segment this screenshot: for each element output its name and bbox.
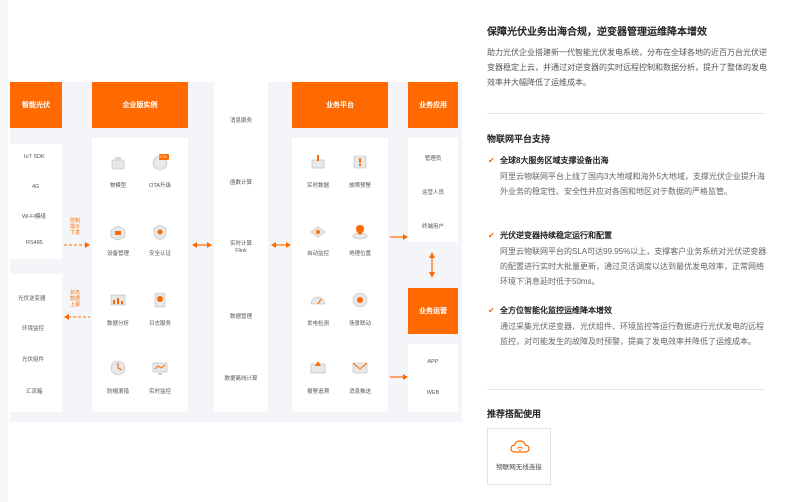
- service-flink: 实时计算 Flink: [229, 241, 252, 254]
- device-management-icon: [110, 225, 126, 241]
- geo-location-icon: [352, 225, 368, 240]
- fault-warning-label: 故障预警: [348, 183, 371, 189]
- geo-location-label: 地理位置: [348, 251, 371, 257]
- log-service-icon: [154, 292, 166, 308]
- device-pv-module: 光伏组件: [22, 357, 45, 363]
- ops-web: WEB: [426, 390, 440, 396]
- control-arrow: [64, 242, 90, 248]
- apps-header: 业务应用: [408, 82, 458, 128]
- check-icon: ✔: [488, 156, 495, 165]
- message-push-label: 消息推送: [348, 389, 371, 395]
- apps-ops-arrow: [429, 252, 435, 278]
- enterprise-header: 企业版实例: [92, 82, 188, 128]
- platform-ops-arrow: [390, 374, 408, 380]
- device-inverter: 光伏逆变器: [18, 296, 46, 302]
- ota-badge: OTA: [159, 154, 167, 159]
- device-management-label: 设备管理: [106, 251, 129, 257]
- realtime-monitor-label: 实时监控: [148, 389, 171, 395]
- control-command-label: 控制指令下发: [69, 218, 80, 236]
- anti-jitter-label: 防帽滚措: [106, 389, 129, 395]
- cloud-wifi-icon: [510, 440, 530, 453]
- panel-intro: 助力光伏企业搭建新一代智能光伏发电系统，分布在全球各地的近百万台光伏逆变器稳定上…: [487, 48, 767, 87]
- ops-app: APP: [427, 359, 439, 365]
- feature-title: 光伏逆变器持续稳定运行和配置: [500, 231, 612, 240]
- feature-item: ✔ 全方位智能化监控运维降本增效 通过采集光伏逆变器、光伏组件、环境监控等运行数据…: [487, 305, 767, 349]
- alarm-trace-icon: [310, 361, 326, 374]
- message-push-icon: [352, 362, 368, 374]
- service-offline-compute: 数据离线计算: [224, 376, 258, 382]
- description-panel: 保障光伏业务出海合规，逆变器管理运维降本增效 助力光伏企业搭建新一代智能光伏发电…: [478, 0, 793, 502]
- ota-upgrade-label: OTA升级: [149, 183, 171, 189]
- device-env-monitor: 环境监控: [22, 326, 45, 332]
- platform-box: [292, 138, 388, 412]
- fault-warning-icon: [353, 155, 367, 169]
- power-detect-label: 发电检测: [306, 321, 329, 327]
- realtime-monitor-icon: [152, 362, 168, 375]
- feature-desc: 阿里云物联网平台的SLA可达99.95%以上，支撑客户业务系统对光伏逆变器的配置…: [500, 247, 767, 286]
- service-message: 消息服务: [229, 118, 252, 124]
- ops-box: [408, 344, 458, 412]
- auto-monitor-label: 自动监控: [306, 251, 329, 257]
- scene-linkage-icon: [352, 292, 368, 308]
- check-icon: ✔: [488, 306, 495, 315]
- log-service-label: 日志服务: [148, 321, 171, 327]
- services-platform-arrow: [271, 242, 291, 248]
- app-operator: 运营人员: [421, 190, 444, 196]
- divider-2: [487, 389, 765, 390]
- protocol-rs485: RS485: [26, 240, 43, 246]
- feature-title: 全球8大服务区域支撑设备出海: [500, 156, 609, 165]
- protocol-iot-sdk: IoT SDK: [24, 154, 45, 160]
- data-analysis-label: 数据分析: [106, 321, 129, 327]
- enterprise-services-arrow: [192, 242, 212, 248]
- alarm-trace-label: 报警追溯: [306, 389, 329, 395]
- app-end-user: 终端用户: [421, 224, 444, 230]
- protocol-wifi: Wi-Fi模组: [22, 214, 46, 220]
- recommend-card-iot-wireless[interactable]: 物联网无线连接: [487, 428, 551, 485]
- scene-linkage-label: 场景联动: [348, 321, 371, 327]
- enterprise-box: [92, 138, 188, 412]
- ops-header: 业务运营: [408, 288, 458, 334]
- security-auth-icon: [153, 224, 167, 241]
- protocol-4g: 4G: [32, 184, 40, 190]
- platform-header: 业务平台: [292, 82, 388, 128]
- data-analysis-icon: [110, 294, 126, 306]
- panel-title: 保障光伏业务出海合规，逆变器管理运维降本增效: [487, 27, 707, 38]
- feature-title: 全方位智能化监控运维降本增效: [500, 306, 612, 315]
- service-function-compute: 函数计算: [229, 180, 252, 186]
- support-title: 物联网平台支持: [487, 134, 551, 144]
- platform-apps-arrow: [390, 234, 408, 240]
- divider-1: [487, 113, 765, 114]
- feature-desc: 通过采集光伏逆变器、光伏组件、环境监控等运行数据进行光伏发电的远程监控，对可能发…: [500, 322, 764, 346]
- status-report-label: 状态数据上报: [69, 290, 80, 308]
- architecture-diagram: 智能光伏 IoT SDK 4G Wi-Fi模组 RS485 光伏逆变器 环境监控…: [10, 82, 462, 422]
- check-icon: ✔: [488, 231, 495, 240]
- thing-model-icon: [111, 157, 125, 170]
- feature-item: ✔ 全球8大服务区域支撑设备出海 阿里云物联网平台上线了国内3大地域和海外5大地域…: [487, 155, 767, 199]
- security-auth-label: 安全认证: [148, 251, 171, 257]
- realtime-data-label: 实时数据: [306, 183, 329, 189]
- thing-model-label: 物模型: [109, 183, 127, 189]
- service-data-management: 数据管理: [229, 314, 252, 320]
- realtime-data-icon: [311, 155, 325, 169]
- recommend-title: 推荐搭配使用: [487, 409, 542, 419]
- app-admin: 管理员: [424, 156, 442, 162]
- left-gutter: [0, 0, 8, 502]
- status-arrow: [64, 314, 90, 320]
- power-detect-icon: [310, 296, 326, 305]
- anti-jitter-icon: [110, 360, 126, 376]
- device-combiner-box: 汇流箱: [26, 389, 43, 395]
- auto-monitor-icon: [310, 226, 326, 238]
- feature-item: ✔ 光伏逆变器持续稳定运行和配置 阿里云物联网平台的SLA可达99.95%以上，支…: [487, 230, 767, 289]
- recommend-card-label: 物联网无线连接: [496, 464, 542, 471]
- smart-pv-header: 智能光伏: [10, 82, 62, 128]
- feature-desc: 阿里云物联网平台上线了国内3大地域和海外5大地域，支撑光伏企业提升海外业务的稳定…: [500, 172, 765, 196]
